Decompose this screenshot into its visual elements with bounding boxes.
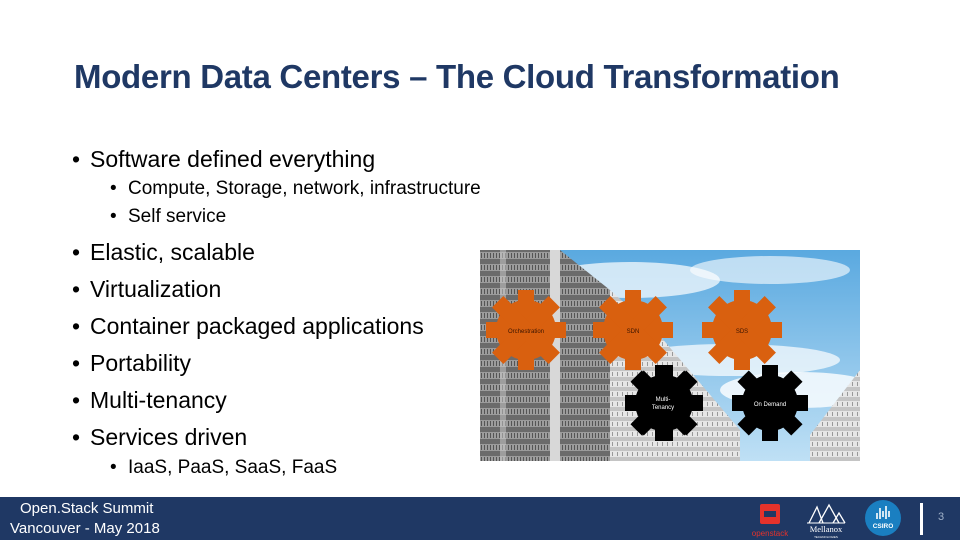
bullet-text: Virtualization xyxy=(90,276,222,302)
footer-bar: Open.Stack Summit Vancouver - May 2018 o… xyxy=(0,497,960,540)
bullet-glyph: • xyxy=(72,387,81,413)
csiro-logo: CSIRO xyxy=(864,499,902,537)
event-name: Open.Stack Summit xyxy=(20,500,154,517)
mellanox-wordmark: Mellanox xyxy=(810,524,843,534)
page-number: 3 xyxy=(938,511,945,523)
bullet-glyph: • xyxy=(72,313,81,339)
bullet-item: • Services driven xyxy=(72,424,247,451)
bullet-item: • Multi-tenancy xyxy=(72,387,227,414)
bullet-text: Portability xyxy=(90,350,191,376)
gear-sdn: SDN xyxy=(593,290,673,370)
bullet-text: IaaS, PaaS, SaaS, FaaS xyxy=(128,457,338,478)
gear-on-demand-actual: On Demand xyxy=(732,365,808,441)
bullet-item: • Software defined everything xyxy=(72,146,375,173)
bullet-text: Container packaged applications xyxy=(90,313,424,339)
bullet-text: Elastic, scalable xyxy=(90,239,255,265)
bullet-glyph: • xyxy=(72,146,81,172)
event-location-date: Vancouver - May 2018 xyxy=(10,520,160,537)
bullet-glyph: • xyxy=(110,457,117,478)
sub-bullet-item: • Self service xyxy=(110,206,226,228)
bullet-item: • Portability xyxy=(72,350,191,377)
gear-label: Orchestration xyxy=(508,329,544,335)
bullet-glyph: • xyxy=(72,276,81,302)
gear-label: SDS xyxy=(736,329,748,335)
bullet-text: Services driven xyxy=(90,424,248,450)
bullet-text: Multi-tenancy xyxy=(90,387,227,413)
openstack-wordmark: openstack xyxy=(752,529,788,538)
data-center-gears-image: Orchestration SDN SDS Multi- Tenancy On … xyxy=(480,250,860,461)
bullet-text: Software defined everything xyxy=(90,146,376,172)
bullet-glyph: • xyxy=(72,239,81,265)
bullet-item: • Virtualization xyxy=(72,276,221,303)
openstack-icon: openstack xyxy=(752,504,789,538)
bullet-item: • Container packaged applications xyxy=(72,313,424,340)
mellanox-subtitle: TECHNOLOGIES xyxy=(814,535,838,539)
bullet-glyph: • xyxy=(72,350,81,376)
bullet-glyph: • xyxy=(72,424,81,450)
mellanox-logo: Mellanox TECHNOLOGIES xyxy=(805,501,847,539)
bullet-text: Self service xyxy=(128,206,227,227)
gear-orchestration: Orchestration xyxy=(486,290,566,370)
bullet-glyph: • xyxy=(110,178,117,199)
footer-divider xyxy=(920,503,923,535)
csiro-wordmark: CSIRO xyxy=(873,523,894,530)
mellanox-icon: Mellanox TECHNOLOGIES xyxy=(807,503,846,539)
gear-label: SDN xyxy=(627,329,640,335)
gear-label: Tenancy xyxy=(652,405,674,411)
sub-bullet-item: • Compute, Storage, network, infrastructu… xyxy=(110,178,481,200)
gear-label: Multi- xyxy=(656,397,671,403)
sub-bullet-item: • IaaS, PaaS, SaaS, FaaS xyxy=(110,457,337,479)
bullet-text: Compute, Storage, network, infrastructur… xyxy=(128,178,481,199)
slide-title: Modern Data Centers – The Cloud Transfor… xyxy=(74,58,840,95)
bullet-item: • Elastic, scalable xyxy=(72,239,255,266)
csiro-icon: CSIRO xyxy=(865,500,901,536)
bullet-glyph: • xyxy=(110,206,117,227)
gear-sds: SDS xyxy=(702,290,782,370)
openstack-logo: openstack xyxy=(752,502,789,538)
gear-label: On Demand xyxy=(754,402,786,408)
gear-multi-tenancy-front: Multi- Tenancy xyxy=(625,365,701,441)
illustration: Orchestration SDN SDS Multi- Tenancy On … xyxy=(480,250,860,461)
